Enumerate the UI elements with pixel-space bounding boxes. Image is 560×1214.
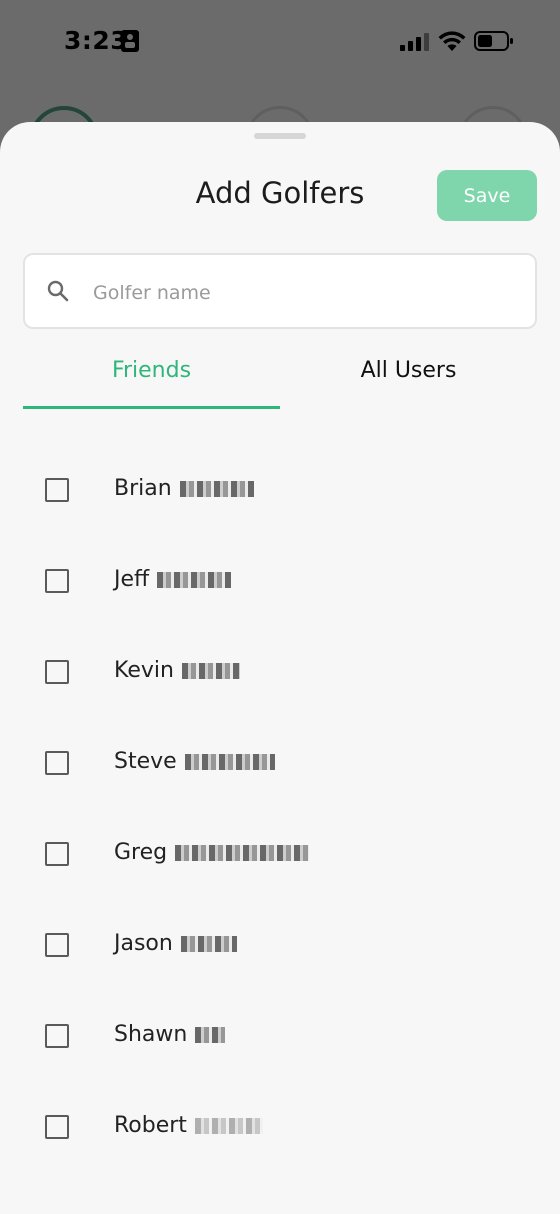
redacted-last-name [184, 754, 275, 770]
golfer-name: Shawn [114, 1022, 226, 1047]
list-item[interactable]: Jeff [0, 523, 560, 614]
golfer-checkbox[interactable] [45, 569, 69, 593]
battery-icon [474, 31, 513, 51]
status-time: 3:23 [64, 26, 129, 55]
golfer-name: Jason [114, 931, 237, 956]
list-item[interactable]: Robert [0, 1069, 560, 1160]
tab-all-users[interactable]: All Users [280, 358, 537, 383]
golfer-checkbox[interactable] [45, 933, 69, 957]
list-item[interactable]: Steve [0, 705, 560, 796]
golfer-name: Greg [114, 840, 310, 865]
save-button[interactable]: Save [437, 170, 537, 221]
redacted-last-name [195, 1027, 226, 1043]
golfer-checkbox[interactable] [45, 660, 69, 684]
list-item[interactable]: Jason [0, 887, 560, 978]
redacted-last-name [157, 572, 232, 588]
sheet-grabber-handle[interactable] [254, 133, 306, 139]
golfer-checkbox[interactable] [45, 842, 69, 866]
golfer-name: Kevin [114, 658, 240, 683]
golfer-checkbox[interactable] [45, 1024, 69, 1048]
golfer-name: Brian [114, 476, 254, 501]
active-tab-indicator [23, 406, 280, 409]
add-golfers-sheet: Add Golfers Save Friends All Users Brian… [0, 122, 560, 1214]
tab-friends[interactable]: Friends [23, 358, 280, 383]
redacted-last-name [181, 663, 240, 679]
cellular-signal-icon [400, 33, 429, 51]
redacted-last-name [194, 1118, 263, 1134]
golfer-name: Jeff [114, 567, 232, 592]
redacted-last-name [175, 845, 310, 861]
redacted-last-name [180, 936, 237, 952]
search-icon [47, 280, 69, 302]
golfer-name-search-input[interactable] [91, 273, 515, 313]
golfer-name: Steve [114, 749, 275, 774]
golfer-name: Robert [114, 1113, 263, 1138]
wifi-icon [438, 31, 466, 51]
golfer-checkbox[interactable] [45, 1115, 69, 1139]
redacted-last-name [179, 481, 254, 497]
list-item[interactable]: Brian [0, 432, 560, 523]
status-bar: 3:23 [0, 0, 560, 84]
search-box[interactable] [23, 253, 537, 329]
golfer-checkbox[interactable] [45, 751, 69, 775]
list-item[interactable]: Shawn [0, 978, 560, 1069]
list-item[interactable]: Kevin [0, 614, 560, 705]
id-card-icon [121, 30, 139, 52]
list-item[interactable]: Greg [0, 796, 560, 887]
golfer-list: Brian Jeff Kevin Steve Greg Jason Shawn [0, 432, 560, 1160]
golfer-checkbox[interactable] [45, 478, 69, 502]
